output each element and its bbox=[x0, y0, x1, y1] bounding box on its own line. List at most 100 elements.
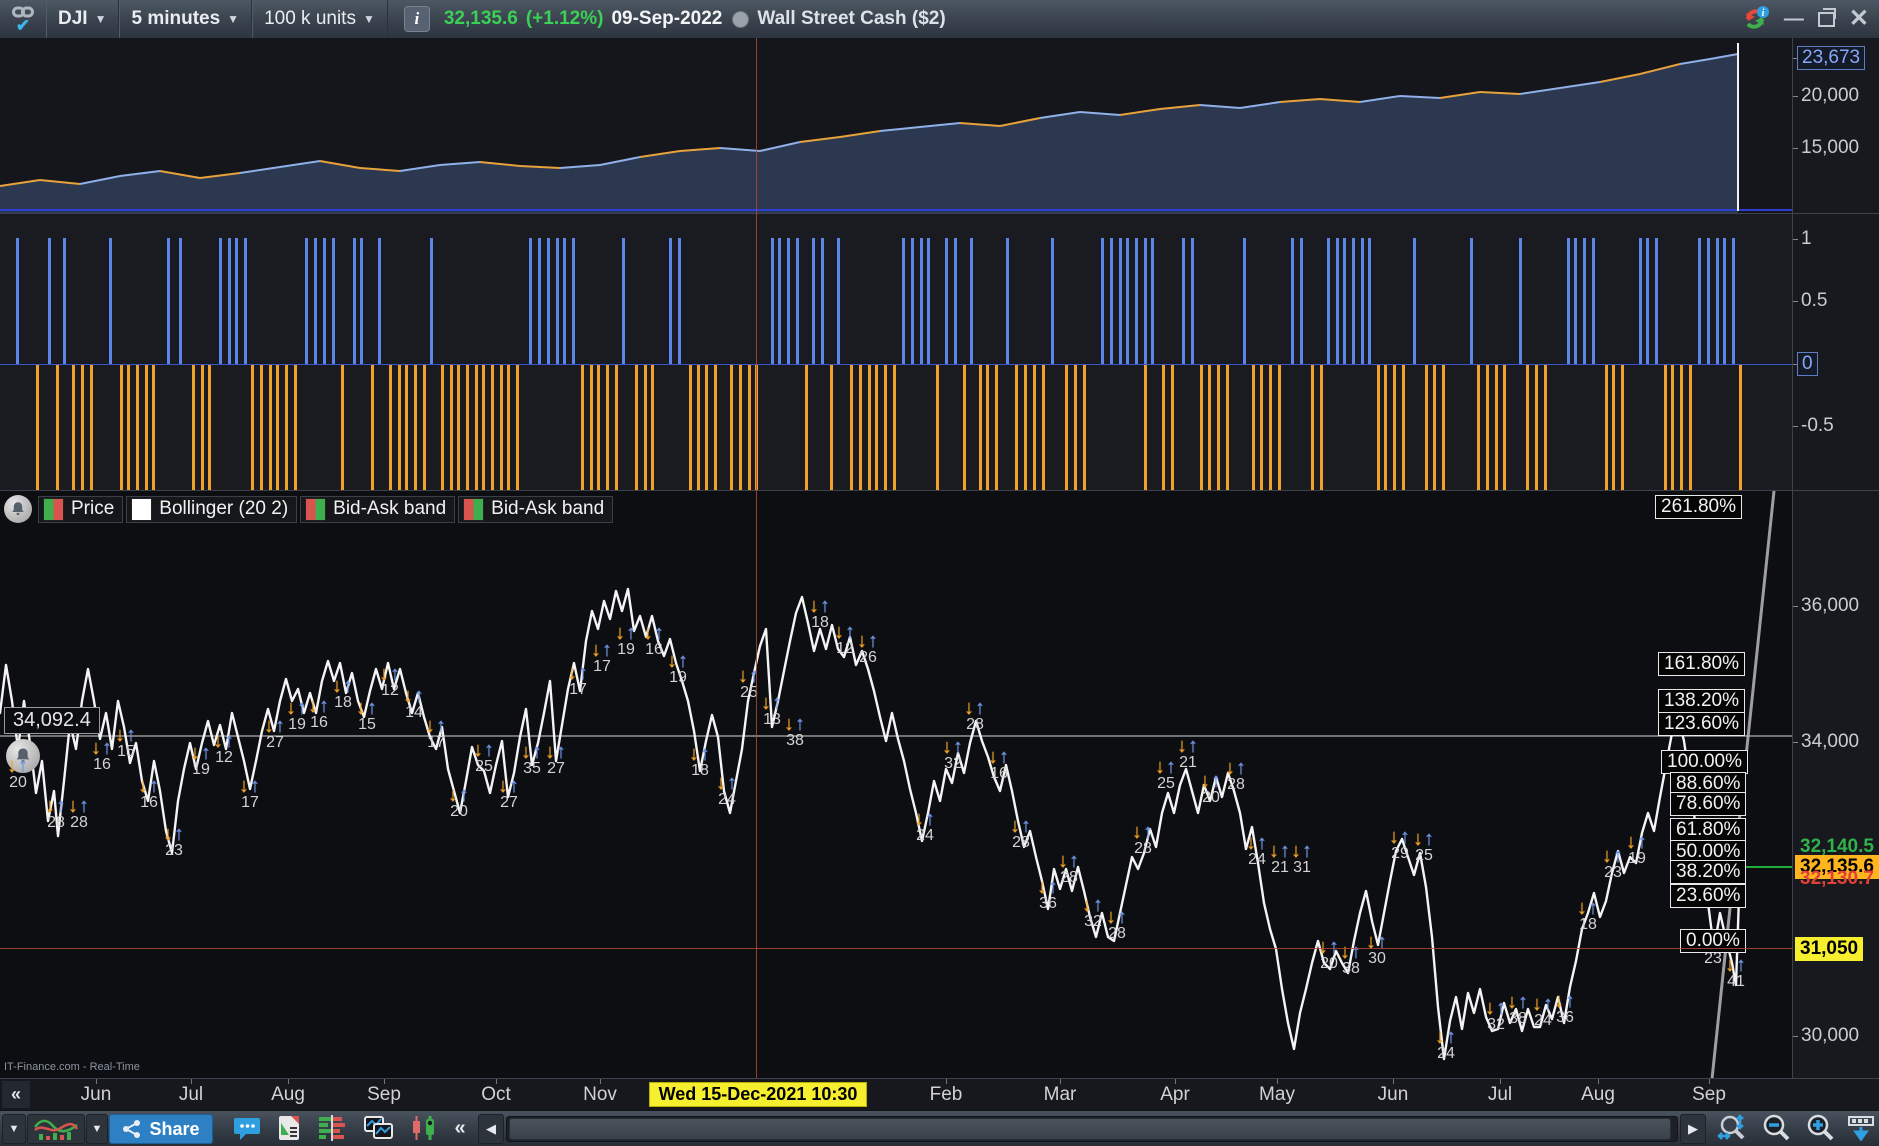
collapse-toolbar-button[interactable]: « bbox=[448, 1114, 472, 1142]
fib-level-label[interactable]: 138.20% bbox=[1658, 689, 1746, 713]
overview-price-axis[interactable]: 23,673 20,000 15,000 bbox=[1792, 38, 1879, 213]
signal-bar-down bbox=[405, 365, 409, 491]
signal-bar-down bbox=[145, 365, 149, 491]
signal-bar-down bbox=[962, 365, 966, 491]
alert-bell-icon[interactable] bbox=[4, 495, 32, 523]
hline-alarm-bell-icon[interactable] bbox=[6, 739, 40, 773]
signal-bar-up bbox=[1190, 238, 1194, 364]
legend-item-bollinger-20-2-[interactable]: Bollinger (20 2) bbox=[126, 495, 298, 523]
fib-level-label[interactable]: 61.80% bbox=[1670, 818, 1747, 842]
zoom-in-button[interactable] bbox=[1800, 1114, 1840, 1142]
main-price-axis[interactable]: 36,000 34,000 30,000 32,140.5 32,135.6 32,130… bbox=[1792, 491, 1879, 1079]
signal-bar-up bbox=[1470, 238, 1474, 364]
oscillator-chart-canvas[interactable] bbox=[0, 214, 1793, 491]
legend-swatch bbox=[463, 497, 485, 521]
signal-bar-down bbox=[805, 365, 809, 491]
signal-bar-up bbox=[778, 238, 782, 364]
legend-item-price[interactable]: Price bbox=[38, 495, 124, 523]
chart-style-caret-button[interactable]: ▼ bbox=[2, 1114, 26, 1144]
restore-button[interactable] bbox=[1817, 7, 1836, 27]
signal-bar-up bbox=[770, 238, 774, 364]
fib-level-label[interactable]: 23.60% bbox=[1670, 884, 1747, 908]
signal-bar-down bbox=[704, 365, 708, 491]
minimize-button[interactable]: — bbox=[1784, 9, 1804, 29]
signal-bar-up bbox=[1290, 238, 1294, 364]
fib-level-label[interactable]: 123.60% bbox=[1658, 712, 1746, 736]
signal-bar-down bbox=[589, 365, 593, 491]
oscillator-axis[interactable]: 1 0.5 0 -0.5 bbox=[1792, 214, 1879, 491]
zoom-out-button[interactable] bbox=[1756, 1114, 1796, 1142]
axis-tickmark bbox=[1793, 148, 1798, 149]
signal-bar-up bbox=[234, 238, 238, 364]
month-label: Jun bbox=[80, 1084, 112, 1105]
signal-bar-up bbox=[953, 238, 957, 364]
signal-bar-down bbox=[697, 365, 701, 491]
signal-bar-up bbox=[1654, 238, 1658, 364]
signal-bar-down bbox=[986, 365, 990, 491]
signal-bar-up bbox=[227, 238, 231, 364]
axis-tickmark bbox=[1793, 96, 1798, 97]
quote-date: 09-Sep-2022 bbox=[611, 8, 723, 29]
signal-bar-up bbox=[331, 238, 335, 364]
signal-bar-down bbox=[285, 365, 289, 491]
signal-bar-down bbox=[830, 365, 834, 491]
fib-level-label[interactable]: 100.00% bbox=[1661, 750, 1749, 774]
load-history-button[interactable]: « bbox=[2, 1081, 30, 1108]
signal-bar-down bbox=[1432, 365, 1436, 491]
fib-level-label[interactable]: 78.60% bbox=[1670, 792, 1747, 816]
hline-price-label[interactable]: 34,092.4 bbox=[4, 707, 100, 734]
multi-chart-button[interactable] bbox=[358, 1114, 400, 1142]
scroll-right-button[interactable]: ▶ bbox=[1680, 1114, 1706, 1144]
month-label: Mar bbox=[1043, 1084, 1077, 1105]
scroll-left-button[interactable]: ◀ bbox=[478, 1114, 504, 1144]
fib-level-label[interactable]: 38.20% bbox=[1670, 860, 1747, 884]
legend-item-bid-ask-band[interactable]: Bid-Ask band bbox=[300, 495, 456, 523]
zoom-fit-button[interactable] bbox=[1712, 1114, 1752, 1142]
units-dropdown[interactable]: 100 k units ▼ bbox=[252, 0, 388, 38]
chart-mode-caret-button[interactable]: ▼ bbox=[86, 1114, 108, 1144]
fib-level-label[interactable]: 261.80% bbox=[1655, 495, 1743, 519]
info-button[interactable]: i bbox=[403, 6, 430, 32]
signal-bar-down bbox=[294, 365, 298, 491]
close-button[interactable]: ✕ bbox=[1849, 7, 1869, 31]
charting-app-window: ✔ DJI ▼ 5 minutes ▼ 100 k units ▼ i 32,1… bbox=[0, 0, 1879, 1146]
signal-bar-up bbox=[837, 238, 841, 364]
time-scrollbar-track[interactable] bbox=[506, 1116, 1678, 1142]
legend-item-bid-ask-band[interactable]: Bid-Ask band bbox=[458, 495, 614, 523]
signal-bar-down bbox=[1269, 365, 1273, 491]
time-axis[interactable]: « Jun Jul Aug Sep Oct Nov Feb Mar Apr May Jun Jul Au… bbox=[0, 1078, 1879, 1111]
backtest-tools-button[interactable] bbox=[404, 1114, 444, 1142]
order-book-button[interactable] bbox=[312, 1114, 352, 1142]
signal-bar-down bbox=[457, 365, 461, 491]
check-icon[interactable]: ✔ bbox=[16, 17, 30, 34]
detach-timeline-button[interactable] bbox=[1844, 1114, 1878, 1142]
signal-bar-up bbox=[430, 238, 434, 364]
price-chart-canvas[interactable] bbox=[0, 491, 1793, 1079]
overview-chart-canvas[interactable] bbox=[0, 38, 1793, 213]
signal-bar-down bbox=[89, 365, 93, 491]
signal-bar-up bbox=[970, 238, 973, 364]
legend-swatch bbox=[131, 497, 153, 521]
chart-mode-button[interactable] bbox=[27, 1114, 85, 1144]
signal-bar-up bbox=[1518, 238, 1522, 364]
signal-bar-down bbox=[1384, 365, 1388, 491]
share-button[interactable]: Share bbox=[109, 1114, 213, 1144]
month-label: Oct bbox=[481, 1084, 511, 1105]
signal-bar-up bbox=[910, 238, 914, 364]
signal-bar-down bbox=[747, 365, 751, 491]
time-scrollbar-thumb[interactable] bbox=[509, 1118, 1671, 1140]
signal-bar-down bbox=[1477, 365, 1481, 491]
news-button[interactable] bbox=[270, 1114, 308, 1142]
refresh-sync-icon[interactable]: i bbox=[1740, 5, 1770, 33]
timeframe-dropdown[interactable]: 5 minutes ▼ bbox=[119, 0, 253, 38]
fib-level-label[interactable]: 0.00% bbox=[1680, 929, 1746, 953]
signal-bar-up bbox=[563, 238, 566, 364]
fib-level-label[interactable]: 161.80% bbox=[1658, 652, 1746, 676]
signal-bar-down bbox=[858, 365, 862, 491]
symbol-dropdown[interactable]: DJI ▼ bbox=[46, 0, 120, 38]
signal-bar-down bbox=[1082, 365, 1086, 491]
chat-button[interactable] bbox=[228, 1114, 266, 1142]
signal-bar-down bbox=[978, 365, 982, 491]
signal-bar-up bbox=[622, 238, 626, 364]
signal-bar-down bbox=[1208, 365, 1212, 491]
